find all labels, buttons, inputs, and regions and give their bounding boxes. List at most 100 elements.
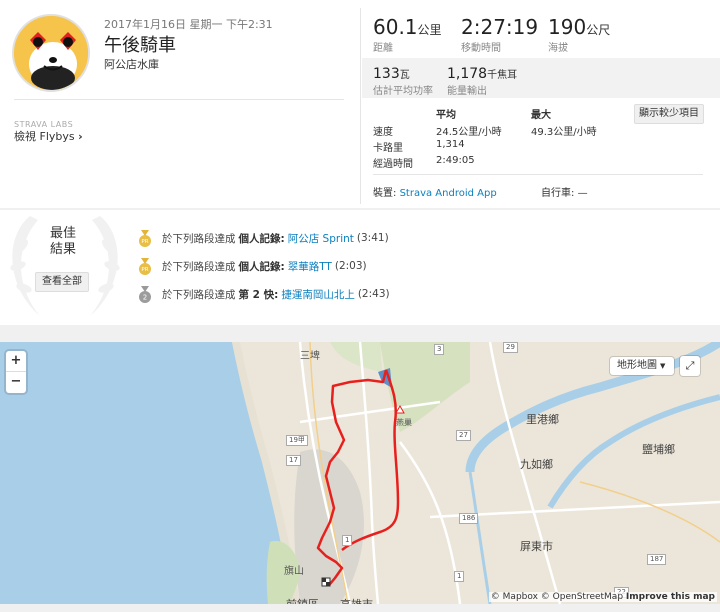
map-type-label: 地形地圖: [617, 360, 657, 371]
divider: [14, 99, 344, 100]
segment-link[interactable]: 阿公店 Sprint: [288, 231, 354, 246]
activity-date: 2017年1月16日 星期一 下午2:31: [104, 18, 273, 31]
road-shield: 29: [503, 342, 518, 353]
stat-energy-label: 能量輸出: [447, 86, 487, 97]
column-header-avg: 平均: [436, 110, 456, 121]
stat-moving-time: 2:27:19 移動時間: [461, 16, 538, 54]
achievement-prefix: 於下列路段達成: [162, 232, 236, 245]
stat-power-label: 估計平均功率: [373, 86, 433, 97]
device-link[interactable]: Strava Android App: [400, 188, 497, 199]
show-less-button[interactable]: 顯示較少項目: [634, 104, 704, 124]
stat-energy: 1,178千焦耳 能量輸出: [447, 63, 517, 97]
flybys-prefix: 檢視: [14, 130, 36, 143]
road-shield: 17: [286, 455, 301, 466]
bike-label: 自行車:: [541, 188, 575, 199]
row-speed-avg: 24.5公里/小時: [436, 127, 502, 138]
map-type-select[interactable]: 地形地圖 ▼: [610, 357, 674, 375]
laurel-wreath-icon: [10, 216, 120, 316]
road-shield: 187: [647, 554, 667, 565]
device-info: 裝置: Strava Android App: [373, 184, 497, 199]
divider: [373, 174, 703, 175]
activity-description: 阿公店水庫: [104, 58, 159, 71]
stat-power-value: 133: [373, 66, 400, 82]
device-label: 裝置:: [373, 188, 397, 199]
row-calories-label: 卡路里: [373, 143, 403, 154]
expand-icon[interactable]: ⤢: [680, 356, 700, 376]
road-shield: 1: [342, 535, 353, 546]
zoom-control: + −: [6, 351, 26, 393]
flybys-link[interactable]: 檢視 Flybys ›: [14, 128, 83, 144]
see-all-button[interactable]: 查看全部: [35, 272, 89, 292]
achievement-rank: 個人記錄:: [238, 232, 285, 245]
achievement-rank: 第 2 快:: [238, 288, 279, 301]
caret-down-icon: ▼: [660, 362, 666, 370]
stat-power-unit: 瓦: [399, 70, 410, 81]
improve-map-link[interactable]: Improve this map: [626, 592, 715, 602]
bike-info: 自行車: —: [541, 184, 588, 199]
map-attribution: © Mapbox © OpenStreetMap Improve this ma…: [488, 592, 717, 602]
row-speed-max: 49.3公里/小時: [531, 127, 597, 138]
achievement-item: PR 於下列路段達成 個人記錄: 阿公店 Sprint (3:41): [138, 229, 389, 247]
road-shield: 186: [459, 513, 479, 524]
map-place-label: 前鎮區: [286, 596, 319, 604]
route-map[interactable]: 三埤 里港鄉 鹽埔鄉 九如鄉 屏東市 旗山 燕巢 高雄市 前鎮區 19甲 17 …: [0, 342, 720, 604]
map-place-label: 旗山: [284, 566, 304, 577]
attribution-mapbox[interactable]: © Mapbox: [491, 592, 538, 602]
stat-elevation-label: 海拔: [548, 43, 568, 54]
bike-value: —: [577, 188, 588, 199]
zoom-in-button[interactable]: +: [6, 351, 26, 372]
map-place-label: 九如鄉: [520, 458, 553, 471]
segment-link[interactable]: 捷運南岡山北上: [281, 287, 355, 302]
stat-power: 133瓦 估計平均功率: [373, 63, 433, 97]
achievement-time: (2:03): [334, 260, 367, 272]
row-elapsed-label: 經過時間: [373, 159, 413, 170]
svg-text:2: 2: [143, 293, 147, 301]
row-speed-label: 速度: [373, 127, 393, 138]
chevron-right-icon: ›: [78, 130, 83, 143]
activity-title: 午後騎車: [104, 35, 176, 56]
stat-distance-label: 距離: [373, 43, 393, 54]
stat-elevation: 190公尺 海拔: [548, 16, 610, 54]
map-place-label: 燕巢: [396, 418, 412, 427]
achievement-prefix: 於下列路段達成: [162, 288, 236, 301]
second-place-medal-icon: 2: [139, 285, 151, 303]
attribution-osm[interactable]: © OpenStreetMap: [541, 592, 623, 602]
stat-elevation-unit: 公尺: [586, 23, 611, 37]
segment-link[interactable]: 翠華路TT: [288, 259, 332, 274]
stat-energy-value: 1,178: [447, 66, 488, 82]
stat-distance-unit: 公里: [417, 23, 442, 37]
divider: [360, 8, 361, 204]
road-shield: 27: [456, 430, 471, 441]
svg-text:PR: PR: [141, 239, 148, 245]
stat-moving-time-label: 移動時間: [461, 43, 501, 54]
best-results-title-line1: 最佳: [49, 226, 76, 241]
map-place-label: 三埤: [300, 351, 320, 362]
flybys-name: Flybys: [39, 130, 75, 143]
stat-moving-time-value: 2:27:19: [461, 15, 539, 39]
pr-medal-icon: PR: [139, 229, 151, 247]
achievement-prefix: 於下列路段達成: [162, 260, 236, 273]
stat-distance: 60.1公里 距離: [373, 16, 442, 54]
athlete-avatar[interactable]: [12, 14, 90, 92]
road-shield: 3: [434, 344, 445, 355]
best-results-title-line2: 結果: [49, 242, 76, 257]
achievement-rank: 個人記錄:: [238, 260, 285, 273]
stat-energy-unit: 千焦耳: [487, 70, 518, 81]
pr-medal-icon: PR: [139, 257, 151, 275]
map-place-label: 鹽埔鄉: [642, 443, 675, 456]
map-place-label: 里港鄉: [526, 413, 559, 426]
achievement-item: PR 於下列路段達成 個人記錄: 翠華路TT (2:03): [138, 257, 367, 275]
stat-elevation-value: 190: [548, 15, 587, 39]
row-calories-avg: 1,314: [436, 139, 465, 150]
svg-text:PR: PR: [141, 267, 148, 273]
map-canvas: [0, 342, 720, 604]
stat-distance-value: 60.1: [373, 15, 418, 39]
section-divider: [0, 325, 720, 342]
row-elapsed-avg: 2:49:05: [436, 155, 475, 166]
section-divider: [0, 604, 720, 612]
achievement-item: 2 於下列路段達成 第 2 快: 捷運南岡山北上 (2:43): [138, 285, 390, 303]
finish-flag-icon: [321, 577, 331, 587]
road-shield: 19甲: [286, 435, 308, 446]
zoom-out-button[interactable]: −: [6, 372, 26, 393]
map-place-label: 高雄市: [340, 596, 373, 604]
